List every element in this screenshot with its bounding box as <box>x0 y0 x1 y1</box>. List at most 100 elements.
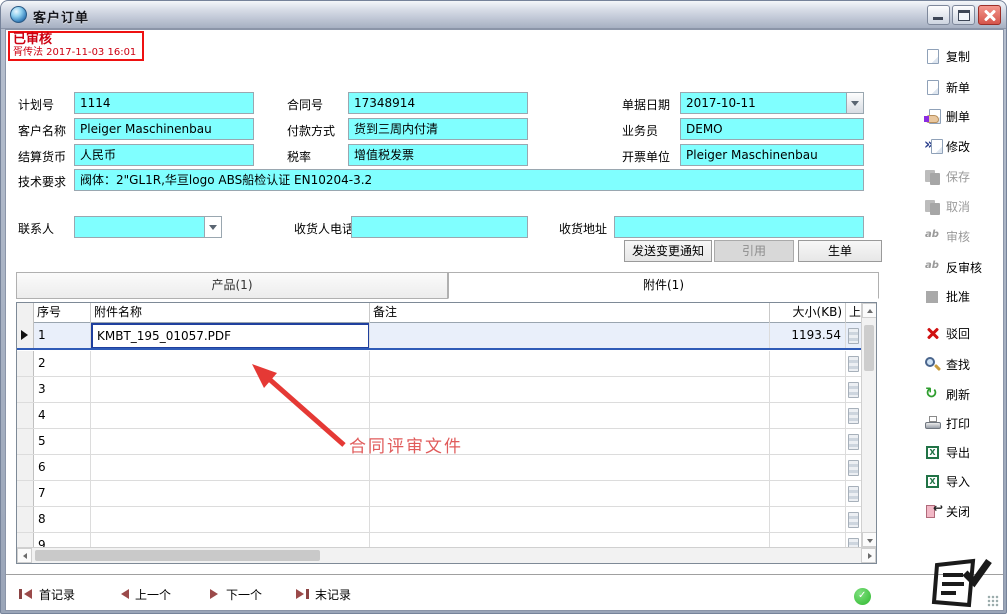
address-field[interactable] <box>614 216 864 238</box>
bottom-separator <box>6 574 1003 576</box>
upload-button-icon[interactable] <box>848 460 859 476</box>
sidebar-item-delete[interactable]: 删单 <box>924 105 1007 127</box>
table-row[interactable]: 9 <box>17 533 861 547</box>
upload-button-icon[interactable] <box>848 382 859 398</box>
horizontal-scrollbar[interactable] <box>17 547 876 563</box>
cell-note[interactable] <box>370 323 770 348</box>
sidebar-item-new[interactable]: 新单 <box>924 76 1007 98</box>
sidebar-item-save[interactable]: 保存 <box>924 165 1007 187</box>
doc-date-field[interactable]: 2017-10-11 <box>680 92 864 114</box>
tax-field[interactable]: 增值税发票 <box>348 144 528 166</box>
sidebar-item-import[interactable]: X导入 <box>924 470 1007 492</box>
upload-button-icon[interactable] <box>848 538 859 547</box>
vertical-scroll-thumb[interactable] <box>864 325 874 371</box>
contact-dropdown-button[interactable] <box>204 217 221 237</box>
sidebar-item-modify[interactable]: 修改 <box>924 135 1007 157</box>
sidebar-item-close-form[interactable]: 关闭 <box>924 500 1007 522</box>
upload-button-icon[interactable] <box>848 486 859 502</box>
scroll-down-button[interactable] <box>862 532 877 547</box>
approve-icon <box>924 288 942 305</box>
sidebar-item-find[interactable]: 查找 <box>924 353 1007 375</box>
chevron-down-icon <box>209 225 217 230</box>
resize-grip[interactable] <box>987 595 999 607</box>
approval-stamp: 已审核 胥传法 2017-11-03 16:01 <box>8 31 144 61</box>
close-button[interactable] <box>978 5 1001 25</box>
unaudit-icon <box>924 259 942 276</box>
customer-field[interactable]: Pleiger Maschinenbau <box>74 118 254 140</box>
sidebar-item-reject[interactable]: 驳回 <box>924 322 1007 344</box>
contact-label: 联系人 <box>18 220 54 237</box>
tab-attachments[interactable]: 附件(1) <box>448 272 879 299</box>
minimize-button[interactable] <box>927 5 950 25</box>
table-row[interactable]: 7 <box>17 481 861 507</box>
sidebar-item-export[interactable]: X导出 <box>924 441 1007 463</box>
cell-name[interactable]: KMBT_195_01057.PDF <box>91 323 370 348</box>
col-header-note[interactable]: 备注 <box>370 303 770 323</box>
copy-icon <box>924 48 942 65</box>
contract-no-field[interactable]: 17348914 <box>348 92 528 114</box>
refresh-icon <box>924 386 942 403</box>
upload-button-icon[interactable] <box>848 434 859 450</box>
audit-icon <box>924 228 942 245</box>
table-row[interactable]: 1 KMBT_195_01057.PDF 1193.54 <box>17 323 861 350</box>
invoice-unit-field[interactable]: Pleiger Maschinenbau <box>680 144 864 166</box>
salesman-field[interactable]: DEMO <box>680 118 864 140</box>
currency-label: 结算货币 <box>18 148 66 165</box>
scroll-up-button[interactable] <box>862 303 877 318</box>
cell-num[interactable]: 1 <box>34 323 91 348</box>
sidebar-item-refresh[interactable]: 刷新 <box>924 383 1007 405</box>
col-header-name[interactable]: 附件名称 <box>91 303 370 323</box>
stamp-status: 已审核 <box>13 33 139 47</box>
sidebar-item-print[interactable]: 打印 <box>924 412 1007 434</box>
window-title: 客户订单 <box>33 7 89 26</box>
cell-size[interactable]: 1193.54 <box>770 323 846 348</box>
table-row[interactable]: 4 <box>17 403 861 429</box>
col-header-size[interactable]: 大小(KB) <box>770 303 846 323</box>
table-row[interactable]: 2 <box>17 351 861 377</box>
quote-button[interactable]: 引用 <box>714 240 794 262</box>
title-bar[interactable]: 客户订单 <box>1 1 1006 29</box>
sidebar-item-unaudit[interactable]: 反审核 <box>924 256 1007 278</box>
nav-next-record[interactable]: 下一个 <box>209 584 262 604</box>
cell-upload[interactable] <box>846 323 861 348</box>
plan-no-field[interactable]: 1114 <box>74 92 254 114</box>
sidebar-item-copy[interactable]: 复制 <box>924 45 1007 67</box>
currency-field[interactable]: 人民币 <box>74 144 254 166</box>
minimize-icon <box>933 17 943 20</box>
payment-field[interactable]: 货到三周内付清 <box>348 118 528 140</box>
scroll-right-button[interactable] <box>861 548 876 563</box>
table-row[interactable]: 6 <box>17 455 861 481</box>
sidebar-item-cancel[interactable]: 取消 <box>924 195 1007 217</box>
upload-button-icon[interactable] <box>848 512 859 528</box>
nav-first-record[interactable]: 首记录 <box>18 584 75 604</box>
payment-label: 付款方式 <box>287 122 335 139</box>
tech-req-field[interactable]: 阀体：2"GL1R,华亘logo ABS船检认证 EN10204-3.2 <box>74 169 864 191</box>
nav-last-record[interactable]: 末记录 <box>294 584 351 604</box>
upload-button-icon[interactable] <box>848 408 859 424</box>
row-selector[interactable] <box>17 323 34 348</box>
focused-cell[interactable]: KMBT_195_01057.PDF <box>91 323 370 348</box>
nav-prev-record[interactable]: 上一个 <box>118 584 171 604</box>
maximize-button[interactable] <box>952 5 975 25</box>
generate-order-button[interactable]: 生单 <box>798 240 882 262</box>
grid-header: 序号 附件名称 备注 大小(KB) 上 <box>17 303 861 323</box>
table-row[interactable]: 8 <box>17 507 861 533</box>
thumbs-up-icon[interactable] <box>854 588 871 605</box>
sidebar-item-approve[interactable]: 批准 <box>924 285 1007 307</box>
doc-date-dropdown-button[interactable] <box>846 93 863 113</box>
send-change-notice-button[interactable]: 发送变更通知 <box>624 240 712 262</box>
scroll-left-button[interactable] <box>17 548 32 563</box>
sidebar-item-audit[interactable]: 审核 <box>924 225 1007 247</box>
phone-field[interactable] <box>351 216 528 238</box>
invoice-unit-label: 开票单位 <box>622 148 670 165</box>
client-area: 已审核 胥传法 2017-11-03 16:01 计划号 1114 合同号 17… <box>5 29 1004 611</box>
col-header-num[interactable]: 序号 <box>34 303 91 323</box>
vertical-scrollbar[interactable] <box>861 303 876 547</box>
contact-combo[interactable] <box>74 216 222 238</box>
upload-button-icon[interactable] <box>848 328 859 344</box>
table-row[interactable]: 3 <box>17 377 861 403</box>
upload-button-icon[interactable] <box>848 356 859 372</box>
horizontal-scroll-thumb[interactable] <box>35 550 320 561</box>
first-record-icon <box>18 588 34 600</box>
tab-products[interactable]: 产品(1) <box>16 272 448 299</box>
